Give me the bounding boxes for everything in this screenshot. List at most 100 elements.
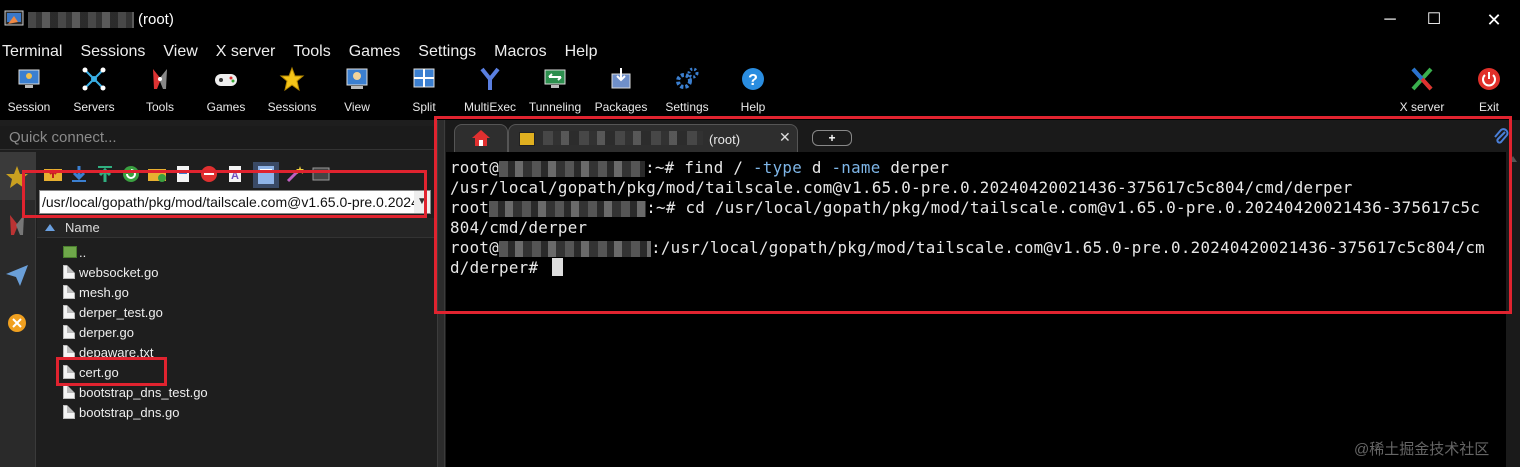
menu-terminal[interactable]: Terminal [2, 43, 62, 61]
terminal-line-5: root@:/usr/local/gopath/pkg/mod/tailscal… [450, 238, 1485, 257]
terminal-icon[interactable] [311, 164, 331, 184]
servers-button[interactable]: Servers [59, 66, 129, 118]
help-button[interactable]: ? Help [718, 66, 788, 118]
magic-wand-icon[interactable] [285, 164, 305, 184]
side-rail [0, 152, 36, 467]
file-row[interactable]: mesh.go [61, 282, 421, 302]
terminal-scrollbar[interactable] [1506, 152, 1520, 467]
paperclip-icon[interactable] [1492, 126, 1510, 146]
ssh-session-icon [519, 132, 535, 146]
terminal-line-3: root:~# cd /usr/local/gopath/pkg/mod/tai… [450, 198, 1481, 217]
path-field[interactable]: /usr/local/gopath/pkg/mod/tailscale.com@… [39, 190, 431, 214]
new-folder-icon[interactable] [147, 164, 167, 184]
rail-sftp-tab[interactable] [0, 250, 36, 298]
path-dropdown-icon[interactable]: ▼ [414, 191, 430, 213]
column-header-name[interactable]: Name [37, 218, 437, 238]
split-button[interactable]: Split [389, 66, 459, 118]
file-row[interactable]: bootstrap_dns_test.go [61, 382, 421, 402]
path-value: /usr/local/gopath/pkg/mod/tailscale.com@… [42, 194, 416, 210]
menu-settings[interactable]: Settings [418, 43, 476, 61]
download-icon[interactable] [69, 164, 89, 184]
star-icon [6, 166, 28, 188]
file-icon [63, 325, 75, 339]
menu-sessions[interactable]: Sessions [80, 43, 145, 61]
new-tab-button[interactable]: + [812, 130, 852, 146]
file-icon [63, 345, 75, 359]
settings-button[interactable]: Settings [652, 66, 722, 118]
mobaxterm-app-icon [4, 10, 24, 26]
tools-icon [153, 69, 167, 89]
follow-terminal-icon[interactable] [253, 162, 279, 188]
session-icon [18, 69, 40, 88]
terminal-line-6: d/derper# [450, 258, 564, 277]
tools-icon [10, 215, 24, 235]
games-button[interactable]: Games [191, 66, 261, 118]
maximize-button[interactable]: ☐ [1416, 6, 1452, 34]
paper-plane-icon [6, 265, 28, 286]
title-bar: (root) ─ ☐ ✕ [0, 0, 1520, 40]
new-file-icon[interactable] [173, 164, 193, 184]
split-icon [413, 68, 435, 88]
rename-icon[interactable]: A [225, 164, 245, 184]
rail-tools-tab[interactable] [0, 200, 36, 248]
menu-xserver[interactable]: X server [216, 43, 276, 61]
quick-connect-bar [0, 126, 436, 150]
file-row-parent[interactable]: .. [61, 242, 421, 262]
menu-view[interactable]: View [163, 43, 197, 61]
close-tab-button[interactable]: ✕ [779, 129, 791, 146]
file-toolbar: A [37, 160, 437, 190]
menu-help[interactable]: Help [565, 43, 598, 61]
menu-games[interactable]: Games [349, 43, 401, 61]
main-toolbar: Session Servers Tools Games Sessions Vie… [0, 64, 1520, 120]
tools-button[interactable]: Tools [125, 66, 195, 118]
quick-connect-input[interactable] [0, 126, 436, 149]
packages-icon [611, 68, 631, 89]
session-button[interactable]: Session [0, 66, 64, 118]
rail-macros-tab[interactable] [0, 298, 36, 346]
sessions-button[interactable]: Sessions [257, 66, 327, 118]
session-tabs: (root) ✕ + [446, 120, 1520, 152]
view-button[interactable]: View [322, 66, 392, 118]
upload-icon[interactable] [95, 164, 115, 184]
delete-icon[interactable] [199, 164, 219, 184]
terminal-line-1: root@:~# find / -type d -name derper [450, 158, 950, 177]
exit-button[interactable]: Exit [1454, 66, 1520, 118]
scroll-up-icon[interactable] [1509, 156, 1517, 162]
redacted-hostname [499, 240, 652, 257]
redacted-hostname [489, 200, 647, 217]
tunneling-button[interactable]: Tunneling [520, 66, 590, 118]
close-window-button[interactable]: ✕ [1476, 6, 1512, 34]
servers-icon [82, 67, 106, 91]
file-row[interactable]: websocket.go [61, 262, 421, 282]
file-row[interactable]: derper_test.go [61, 302, 421, 322]
svg-text:A: A [231, 170, 239, 182]
tab-home[interactable] [454, 124, 508, 152]
packages-button[interactable]: Packages [586, 66, 656, 118]
menu-tools[interactable]: Tools [293, 43, 330, 61]
home-icon [472, 130, 490, 146]
file-row[interactable]: depaware.txt [61, 342, 421, 362]
file-row[interactable]: cert.go [61, 362, 421, 382]
rail-sessions-tab[interactable] [0, 152, 36, 200]
multiexec-button[interactable]: MultiExec [455, 66, 525, 118]
view-icon [346, 68, 368, 89]
sort-ascending-icon [45, 224, 55, 231]
file-row[interactable]: bootstrap_dns.go [61, 402, 421, 422]
file-row[interactable]: derper.go [61, 322, 421, 342]
star-icon [279, 66, 305, 92]
parent-folder-icon[interactable] [43, 164, 63, 184]
terminal-output[interactable]: root@:~# find / -type d -name derper /us… [446, 152, 1506, 467]
minimize-button[interactable]: ─ [1372, 6, 1408, 34]
file-icon [63, 265, 75, 279]
watermark: @稀土掘金技术社区 [1354, 441, 1490, 458]
redacted-hostname [499, 160, 646, 177]
settings-icon [676, 67, 699, 89]
refresh-icon[interactable] [121, 164, 141, 184]
tab-ssh-session[interactable]: (root) ✕ [508, 124, 798, 152]
redacted-session-name [543, 131, 703, 145]
xserver-button[interactable]: X server [1387, 66, 1457, 118]
menu-macros[interactable]: Macros [494, 43, 546, 61]
panel-splitter[interactable] [437, 120, 445, 467]
games-icon [215, 74, 237, 86]
file-icon [63, 305, 75, 319]
